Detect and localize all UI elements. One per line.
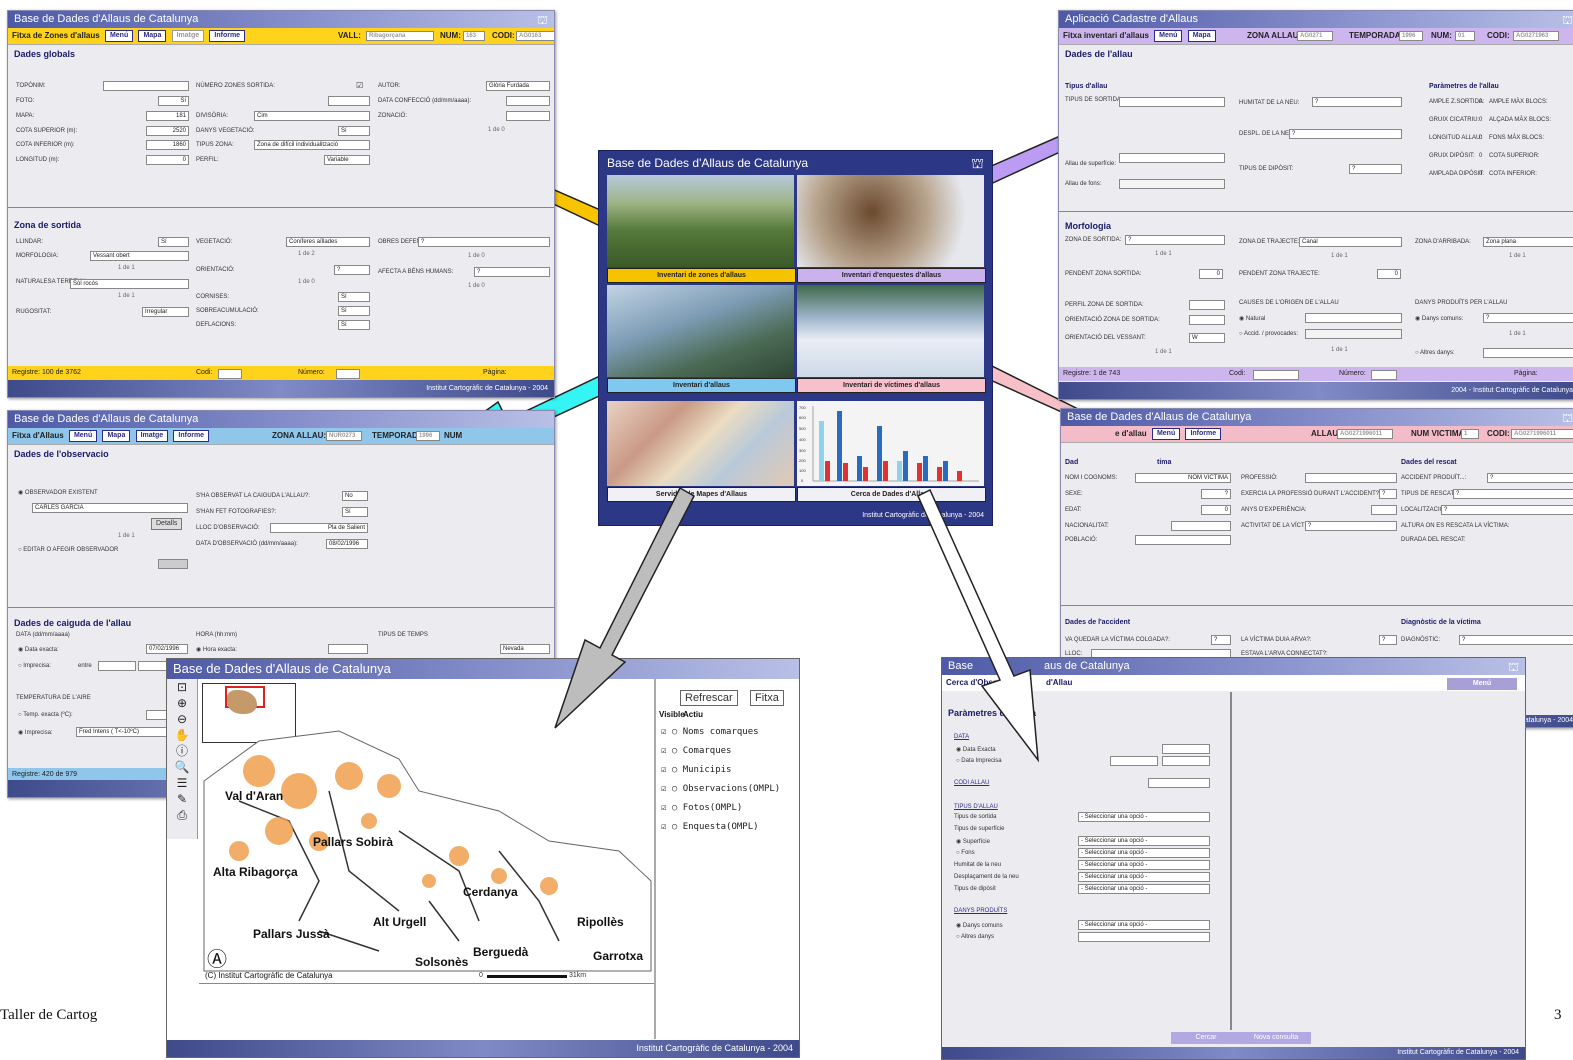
slide-footer-left: Taller de Cartog bbox=[0, 1007, 98, 1023]
slide-page-number: 3 bbox=[1554, 1007, 1562, 1023]
arrow-gray bbox=[554, 486, 695, 729]
arrows-foreground bbox=[554, 486, 1039, 763]
arrow-white bbox=[917, 488, 1039, 763]
